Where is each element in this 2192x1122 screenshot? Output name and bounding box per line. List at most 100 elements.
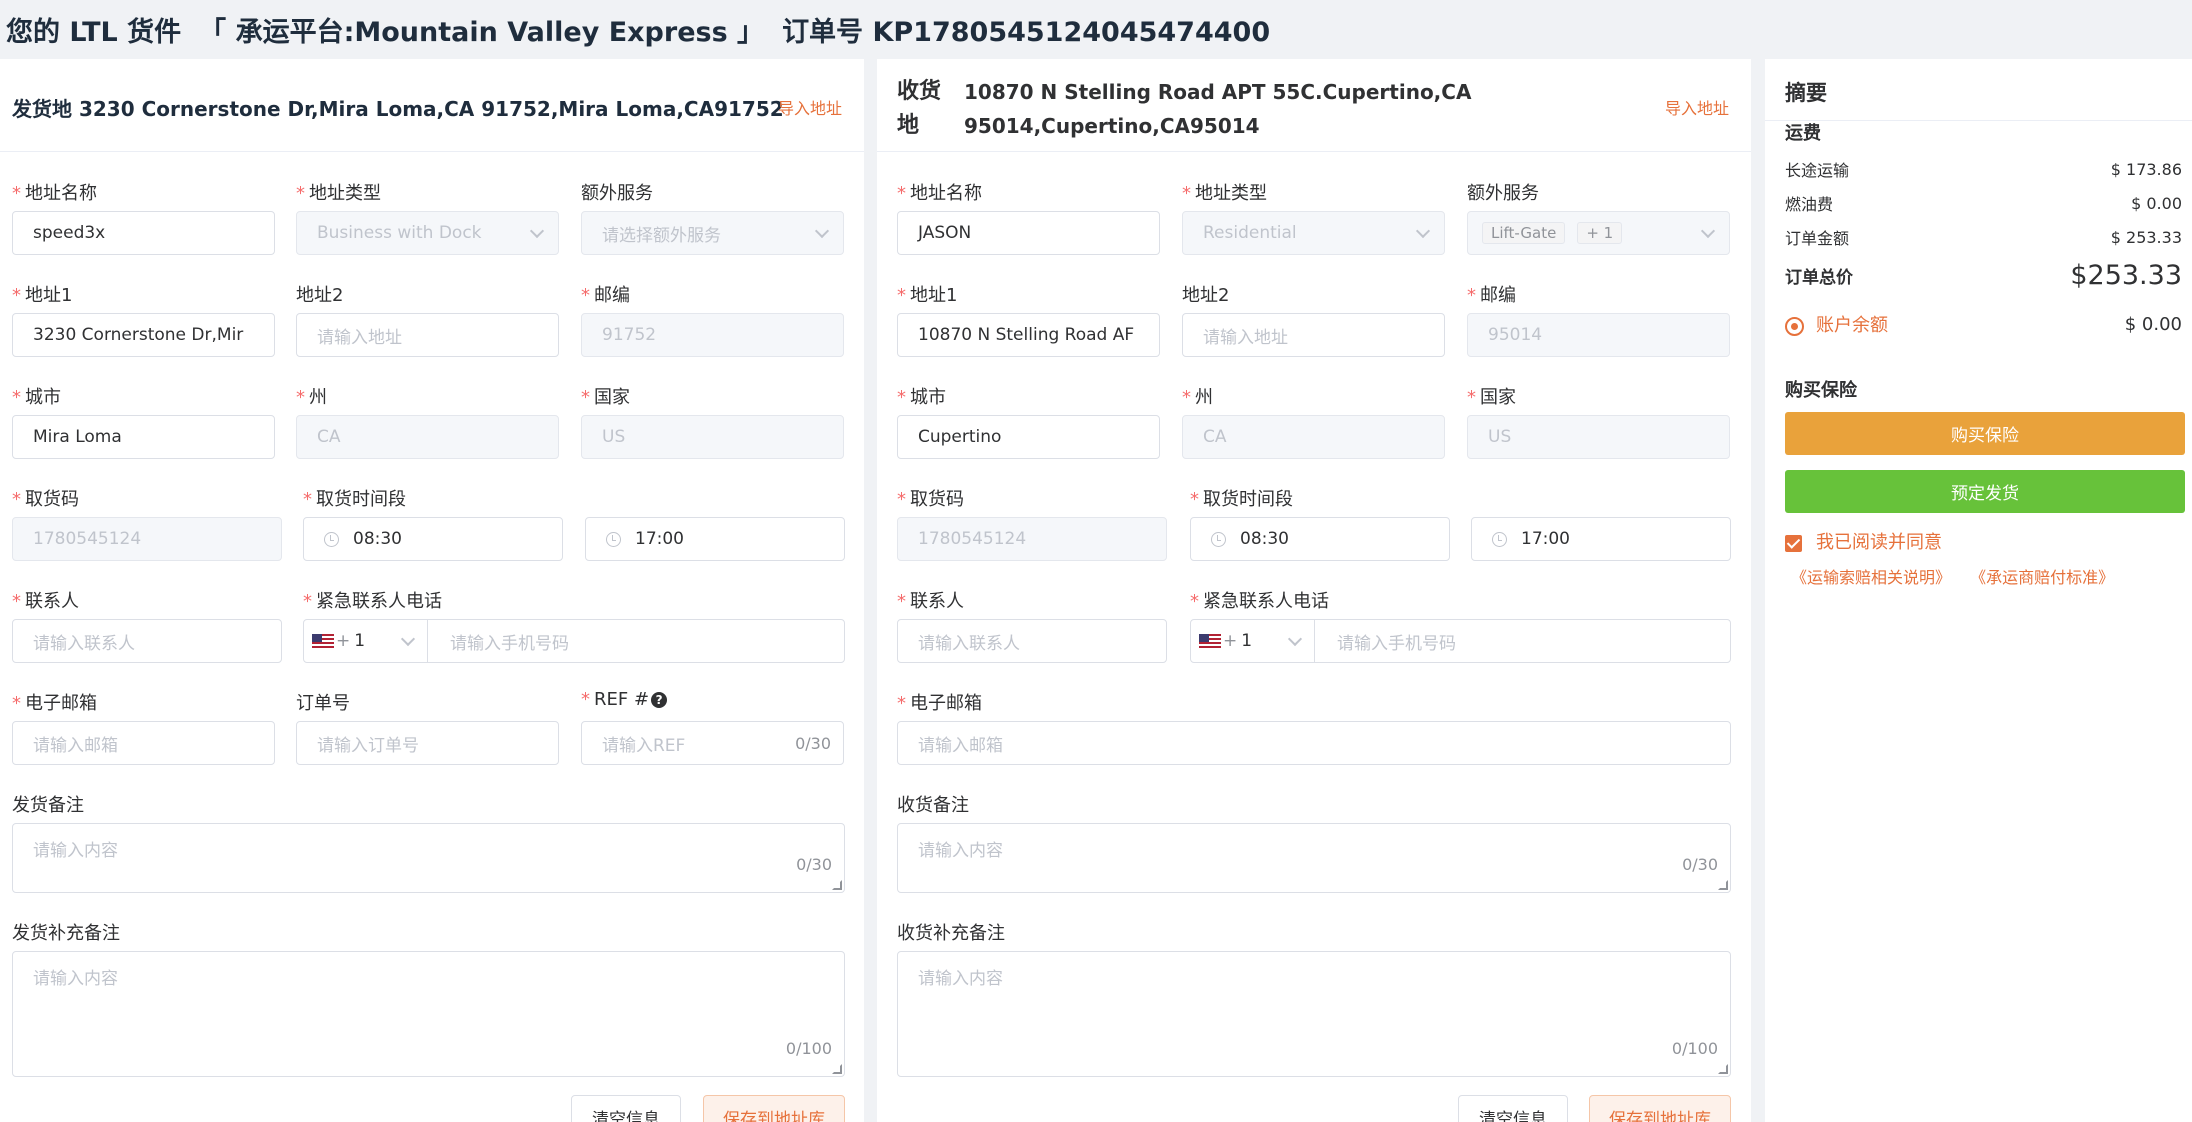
char-counter: 0/30 <box>796 855 832 874</box>
chevron-down-icon <box>1287 631 1303 647</box>
clock-icon <box>324 531 339 547</box>
consignee-title-key: 收货地 <box>897 79 942 138</box>
page-title: 您的 LTL 货件 <box>6 16 182 48</box>
shipper-extra-service-select[interactable]: 请选择额外服务 <box>581 211 844 255</box>
chevron-down-icon <box>529 223 545 239</box>
consignee-header: 收货地 10870 N Stelling Road APT 55C.Cupert… <box>877 59 1751 152</box>
consignee-address-type-select[interactable]: Residential <box>1182 211 1445 255</box>
extra-service-tag: Lift-Gate <box>1482 222 1566 244</box>
summary-title: 摘要 <box>1785 81 1827 105</box>
chevron-down-icon <box>1415 223 1431 239</box>
chevron-down-icon <box>1700 223 1716 239</box>
consignee-state-input[interactable]: CA <box>1182 415 1445 459</box>
clock-icon <box>1211 531 1226 547</box>
consignee-address2-input[interactable]: 请输入地址 <box>1182 313 1445 357</box>
resize-handle-icon[interactable] <box>832 880 842 890</box>
shipper-order-no-input[interactable]: 请输入订单号 <box>296 721 559 765</box>
consignee-zip-input[interactable]: 95014 <box>1467 313 1730 357</box>
resize-handle-icon[interactable] <box>1718 880 1728 890</box>
consignee-import-address-link[interactable]: 导入地址 <box>1665 95 1729 119</box>
shipper-card: 发货地 3230 Cornerstone Dr,Mira Loma,CA 917… <box>0 59 864 1122</box>
chevron-down-icon <box>814 223 830 239</box>
shipper-phone-input[interactable]: 请输入手机号码 <box>428 620 569 662</box>
consignee-code-input[interactable]: 1780545124 <box>897 517 1167 561</box>
shipper-phone-input-group: +1 请输入手机号码 <box>303 619 845 663</box>
shipper-import-address-link[interactable]: 导入地址 <box>778 95 842 119</box>
consignee-card: 收货地 10870 N Stelling Road APT 55C.Cupert… <box>877 59 1751 1122</box>
shipper-ref-input[interactable]: 请输入REF 0/30 <box>581 721 844 765</box>
consignee-clear-button[interactable]: 清空信息 <box>1458 1095 1568 1122</box>
insurance-title: 购买保险 <box>1785 380 1857 401</box>
consignee-note-textarea[interactable]: 请输入内容 0/30 <box>897 823 1731 893</box>
consignee-save-address-button[interactable]: 保存到地址库 <box>1589 1095 1731 1122</box>
book-shipment-button[interactable]: 预定发货 <box>1785 470 2185 513</box>
consignee-address1-input[interactable]: 10870 N Stelling Road AF <box>897 313 1160 357</box>
buy-insurance-button[interactable]: 购买保险 <box>1785 412 2185 455</box>
consignee-time-end-input[interactable]: 17:00 <box>1471 517 1731 561</box>
extra-service-more-tag: + 1 <box>1577 222 1623 244</box>
summary-card: 摘要 运费 长途运输 $ 173.86 燃油费 $ 0.00 订单金额 $ 25… <box>1765 59 2192 1122</box>
claims-policy-link[interactable]: 《运输索赔相关说明》 <box>1791 568 1951 587</box>
summary-row: 燃油费 $ 0.00 <box>1785 193 2182 215</box>
policy-links: 《运输索赔相关说明》 《承运商赔付标准》 <box>1791 564 2114 588</box>
account-balance-row: 账户余额 $ 0.00 <box>1785 309 2182 339</box>
consignee-phone-input-group: +1 请输入手机号码 <box>1190 619 1731 663</box>
radio-selected-icon <box>1785 317 1804 336</box>
shipper-country-code-select[interactable]: +1 <box>304 620 428 662</box>
consignee-country-code-select[interactable]: +1 <box>1191 620 1315 662</box>
char-counter: 0/30 <box>795 733 831 753</box>
consignee-extra-service-select[interactable]: Lift-Gate + 1 <box>1467 211 1730 255</box>
consignee-country-input[interactable]: US <box>1467 415 1730 459</box>
consignee-email-input[interactable]: 请输入邮箱 <box>897 721 1731 765</box>
shipper-address-type-select[interactable]: Business with Dock <box>296 211 559 255</box>
shipper-time-end-input[interactable]: 17:00 <box>585 517 845 561</box>
help-icon[interactable]: ? <box>651 692 668 708</box>
shipper-country-input[interactable]: US <box>581 415 844 459</box>
consignee-city-input[interactable]: Cupertino <box>897 415 1160 459</box>
shipper-email-input[interactable]: 请输入邮箱 <box>12 721 275 765</box>
shipper-extra-note-textarea[interactable]: 请输入内容 0/100 <box>12 951 845 1077</box>
shipper-code-input[interactable]: 1780545124 <box>12 517 282 561</box>
shipper-contact-input[interactable]: 请输入联系人 <box>12 619 282 663</box>
page-header: 您的 LTL 货件 「 承运平台:Mountain Valley Express… <box>0 0 2192 58</box>
consignee-time-start-input[interactable]: 08:30 <box>1190 517 1450 561</box>
consignee-title-address: 10870 N Stelling Road APT 55C.Cupertino,… <box>964 80 1472 138</box>
shipper-time-start-input[interactable]: 08:30 <box>303 517 563 561</box>
account-balance-option[interactable]: 账户余额 <box>1785 311 1888 337</box>
us-flag-icon <box>1199 633 1221 649</box>
clock-icon <box>606 531 621 547</box>
carrier-label: 「 承运平台:Mountain Valley Express 」 <box>199 16 765 48</box>
shipper-address2-input[interactable]: 请输入地址 <box>296 313 559 357</box>
shipper-zip-input[interactable]: 91752 <box>581 313 844 357</box>
shipper-city-input[interactable]: Mira Loma <box>12 415 275 459</box>
shipper-title: 发货地 3230 Cornerstone Dr,Mira Loma,CA 917… <box>12 97 784 121</box>
shipper-header: 发货地 3230 Cornerstone Dr,Mira Loma,CA 917… <box>0 59 864 152</box>
summary-total-value: $253.33 <box>2070 259 2182 291</box>
resize-handle-icon[interactable] <box>832 1064 842 1074</box>
carrier-compensation-link[interactable]: 《承运商赔付标准》 <box>1970 568 2114 587</box>
us-flag-icon <box>312 633 334 649</box>
order-number: 订单号 KP1780545124045474400 <box>782 16 1271 48</box>
shipper-clear-button[interactable]: 清空信息 <box>571 1095 681 1122</box>
agree-checkbox-row[interactable]: 我已阅读并同意 <box>1785 528 1942 554</box>
char-counter: 0/100 <box>1671 1039 1718 1058</box>
char-counter: 0/100 <box>785 1039 832 1058</box>
summary-row: 长途运输 $ 173.86 <box>1785 159 2182 181</box>
shipper-note-textarea[interactable]: 请输入内容 0/30 <box>12 823 845 893</box>
consignee-address-name-input[interactable]: JASON <box>897 211 1160 255</box>
shipper-save-address-button[interactable]: 保存到地址库 <box>703 1095 845 1122</box>
consignee-extra-note-textarea[interactable]: 请输入内容 0/100 <box>897 951 1731 1077</box>
resize-handle-icon[interactable] <box>1718 1064 1728 1074</box>
shipper-address1-input[interactable]: 3230 Cornerstone Dr,Mir <box>12 313 275 357</box>
divider <box>1765 120 2192 121</box>
shipper-address-name-input[interactable]: speed3x <box>12 211 275 255</box>
summary-total-row: 订单总价 $253.33 <box>1785 259 2182 291</box>
freight-title: 运费 <box>1785 123 1821 144</box>
char-counter: 0/30 <box>1682 855 1718 874</box>
clock-icon <box>1492 531 1507 547</box>
consignee-phone-input[interactable]: 请输入手机号码 <box>1315 620 1456 662</box>
chevron-down-icon <box>400 631 416 647</box>
shipper-state-input[interactable]: CA <box>296 415 559 459</box>
consignee-contact-input[interactable]: 请输入联系人 <box>897 619 1167 663</box>
summary-row: 订单金额 $ 253.33 <box>1785 227 2182 249</box>
